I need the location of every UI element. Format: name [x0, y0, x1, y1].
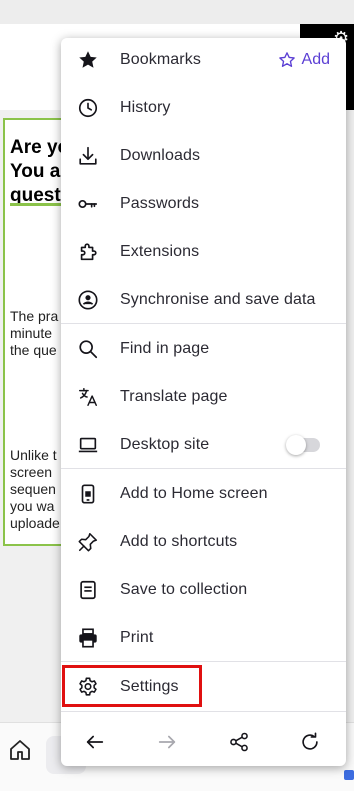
menu-item-label: History	[120, 99, 171, 116]
menu-item-label: Print	[120, 629, 154, 646]
desktop-site-toggle[interactable]	[286, 435, 320, 455]
star-filled-icon	[76, 48, 100, 72]
menu-item-sync[interactable]: Synchronise and save data	[61, 276, 346, 324]
share-icon	[230, 732, 248, 752]
menu-divider	[61, 323, 346, 324]
star-outline-icon	[278, 52, 295, 67]
menu-item-bookmarks[interactable]: Bookmarks Add	[61, 36, 346, 84]
puzzle-icon	[76, 240, 100, 264]
menu-item-label: Desktop site	[120, 436, 210, 453]
menu-item-passwords[interactable]: Passwords	[61, 180, 346, 228]
printer-icon	[76, 626, 100, 650]
translate-icon	[76, 385, 100, 409]
tab-indicator	[344, 770, 354, 780]
add-to-home-icon	[76, 482, 100, 506]
menu-item-label: Extensions	[120, 243, 200, 260]
menu-divider	[61, 661, 346, 662]
menu-nav-bar	[61, 720, 346, 764]
menu-item-label: Add to shortcuts	[120, 533, 238, 550]
menu-divider	[61, 468, 346, 469]
download-icon	[76, 144, 100, 168]
page-paragraph: Unlike t screen sequen you wa uploade	[10, 447, 60, 531]
add-bookmark-label: Add	[301, 51, 330, 68]
reload-icon	[302, 732, 318, 750]
menu-item-label: Save to collection	[120, 581, 248, 598]
menu-item-find-in-page[interactable]: Find in page	[61, 325, 346, 373]
collection-icon	[76, 578, 100, 602]
home-icon[interactable]	[8, 738, 34, 764]
laptop-icon	[76, 433, 100, 457]
clock-icon	[76, 96, 100, 120]
back-button[interactable]	[81, 728, 109, 756]
menu-item-extensions[interactable]: Extensions	[61, 228, 346, 276]
menu-item-print[interactable]: Print	[61, 614, 346, 662]
share-button[interactable]	[225, 728, 253, 756]
menu-item-label: Add to Home screen	[120, 485, 268, 502]
arrow-left-icon	[86, 735, 104, 749]
page-paragraph: The pra minute the que	[10, 308, 59, 358]
browser-overflow-menu: Bookmarks Add History Downloads Password…	[61, 38, 346, 766]
menu-item-history[interactable]: History	[61, 84, 346, 132]
account-icon	[76, 288, 100, 312]
page-heading-underline	[10, 203, 62, 206]
arrow-right-icon	[158, 735, 176, 749]
menu-item-translate-page[interactable]: Translate page	[61, 373, 346, 421]
menu-item-downloads[interactable]: Downloads	[61, 132, 346, 180]
menu-divider	[61, 711, 346, 712]
menu-item-label: Passwords	[120, 195, 200, 212]
menu-item-add-to-shortcuts[interactable]: Add to shortcuts	[61, 518, 346, 566]
menu-item-label: Find in page	[120, 340, 210, 357]
menu-item-save-to-collection[interactable]: Save to collection	[61, 566, 346, 614]
page-top-area	[0, 0, 354, 24]
menu-item-label: Translate page	[120, 388, 228, 405]
menu-item-desktop-site[interactable]: Desktop site	[61, 421, 346, 469]
menu-item-label: Bookmarks	[120, 51, 201, 68]
key-icon	[76, 192, 100, 216]
reload-button[interactable]	[296, 728, 324, 756]
forward-button[interactable]	[153, 728, 181, 756]
add-bookmark-button[interactable]: Add	[278, 51, 330, 69]
search-icon	[76, 337, 100, 361]
menu-item-label: Downloads	[120, 147, 201, 164]
settings-highlight-box	[62, 665, 202, 707]
toggle-knob	[286, 435, 306, 455]
pin-icon	[76, 530, 100, 554]
menu-item-label: Synchronise and save data	[120, 291, 316, 308]
menu-item-add-to-home-screen[interactable]: Add to Home screen	[61, 470, 346, 518]
